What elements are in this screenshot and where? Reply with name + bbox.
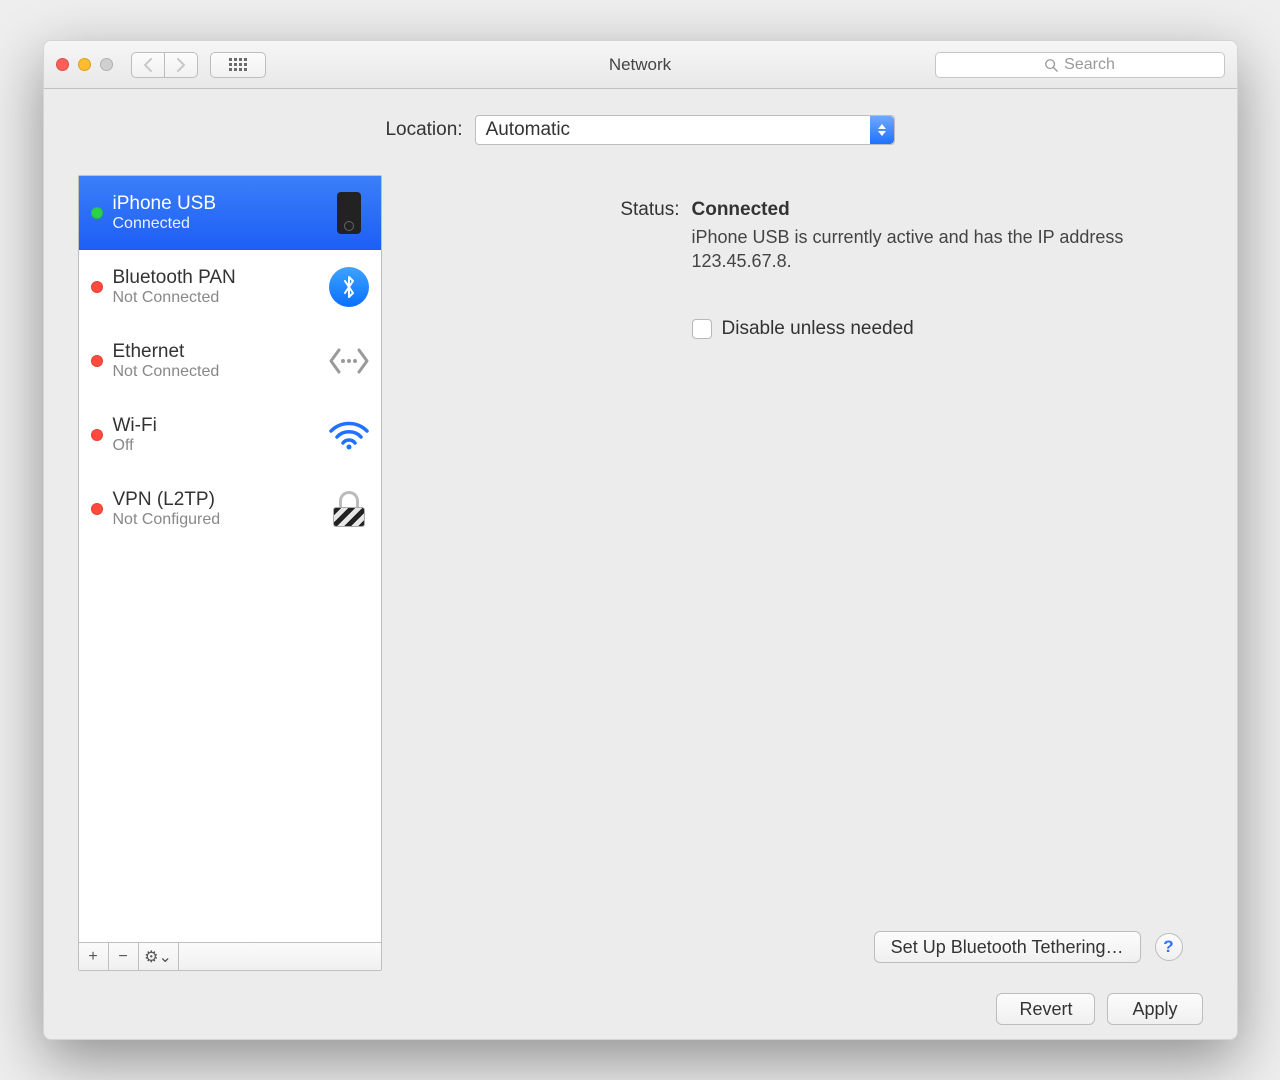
minimize-button[interactable] [78,58,91,71]
search-input[interactable]: Search [935,52,1225,78]
wifi-icon [327,413,371,457]
status-dot-icon [91,281,103,293]
location-row: Location: Automatic [78,115,1203,145]
search-placeholder: Search [1064,56,1115,74]
service-sidebar: iPhone USB Connected Bluetooth PAN Not C… [78,175,382,971]
bluetooth-icon [327,265,371,309]
window-title: Network [609,55,671,75]
service-bluetooth-pan[interactable]: Bluetooth PAN Not Connected [79,250,381,324]
location-value: Automatic [486,119,570,141]
status-dot-icon [91,429,103,441]
service-status: Not Connected [113,289,317,307]
service-name: Bluetooth PAN [113,267,317,289]
status-dot-icon [91,207,103,219]
forward-button[interactable] [164,52,198,78]
service-ethernet[interactable]: Ethernet Not Connected [79,324,381,398]
status-label: Status: [420,199,680,221]
help-button[interactable]: ? [1155,933,1183,961]
chevron-right-icon [175,58,187,72]
apply-button[interactable]: Apply [1107,993,1202,1025]
lock-icon [327,487,371,531]
disable-unless-needed-checkbox[interactable] [692,319,712,339]
service-options-button[interactable]: ⚙︎⌄ [139,943,179,970]
back-button[interactable] [131,52,165,78]
ethernet-icon [327,339,371,383]
service-wifi[interactable]: Wi-Fi Off [79,398,381,472]
window-controls [56,58,113,71]
detail-panel: Status: Connected iPhone USB is currentl… [400,175,1203,971]
location-select[interactable]: Automatic [475,115,895,145]
service-list: iPhone USB Connected Bluetooth PAN Not C… [79,176,381,942]
sidebar-toolbar: + − ⚙︎⌄ [79,942,381,970]
close-button[interactable] [56,58,69,71]
network-preferences-window: Network Search Location: Automatic [43,40,1238,1040]
apps-grid-icon [229,58,247,71]
service-name: Ethernet [113,341,317,363]
disable-unless-needed-row: Disable unless needed [692,318,1183,340]
status-dot-icon [91,355,103,367]
service-status: Connected [113,215,317,233]
bottom-buttons: Revert Apply [78,993,1203,1025]
service-status: Off [113,437,317,455]
updown-arrows-icon [870,116,894,144]
service-vpn[interactable]: VPN (L2TP) Not Configured [79,472,381,546]
nav-segment [131,52,198,78]
service-name: Wi-Fi [113,415,317,437]
revert-button[interactable]: Revert [996,993,1095,1025]
location-label: Location: [385,119,462,141]
search-icon [1044,58,1058,72]
service-name: VPN (L2TP) [113,489,317,511]
setup-bluetooth-tethering-button[interactable]: Set Up Bluetooth Tethering… [874,931,1141,963]
zoom-button[interactable] [100,58,113,71]
disable-unless-needed-label: Disable unless needed [722,318,914,340]
service-status: Not Configured [113,511,317,529]
chevron-left-icon [142,58,154,72]
status-dot-icon [91,503,103,515]
iphone-icon [327,191,371,235]
titlebar: Network Search [44,41,1237,89]
add-service-button[interactable]: + [79,943,109,970]
service-name: iPhone USB [113,193,317,215]
service-iphone-usb[interactable]: iPhone USB Connected [79,176,381,250]
status-value: Connected [692,199,790,221]
remove-service-button[interactable]: − [109,943,139,970]
show-all-button[interactable] [210,52,266,78]
status-description: iPhone USB is currently active and has t… [692,225,1152,274]
service-status: Not Connected [113,363,317,381]
